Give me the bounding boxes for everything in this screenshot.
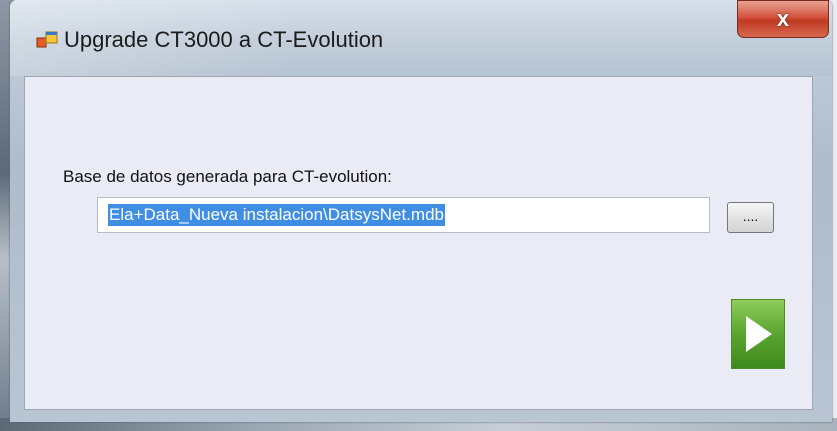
database-path-input[interactable]: Ela+Data_Nueva instalacion\DatsysNet.mdb bbox=[97, 197, 710, 233]
window-title: Upgrade CT3000 a CT-Evolution bbox=[64, 27, 384, 52]
play-arrow-icon bbox=[746, 316, 772, 352]
database-path-label: Base de datos generada para CT-evolution… bbox=[63, 167, 392, 186]
app-window-icon bbox=[36, 31, 58, 48]
close-button[interactable]: x bbox=[737, 0, 829, 38]
title-bar[interactable]: ​ Upgrade CT3000 a CT-Evolution x bbox=[10, 0, 832, 76]
run-button[interactable] bbox=[731, 299, 785, 369]
database-path-value: Ela+Data_Nueva instalacion\DatsysNet.mdb bbox=[108, 204, 445, 226]
dialog-client-area: Base de datos generada para CT-evolution… bbox=[24, 76, 813, 410]
browse-button[interactable]: .... bbox=[727, 202, 774, 233]
